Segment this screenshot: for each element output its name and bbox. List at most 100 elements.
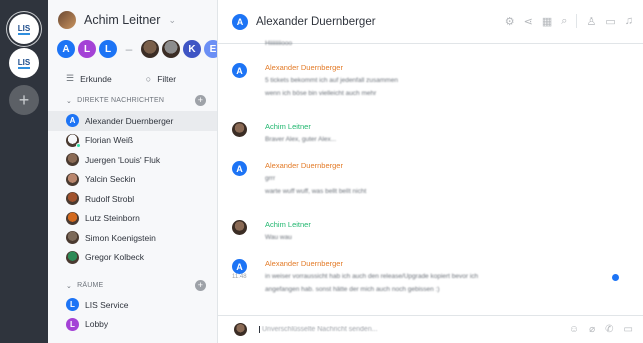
workspace-label: LIS (17, 57, 31, 69)
room-title: Alexander Duernberger (256, 15, 376, 28)
chat-main: A Alexander Duernberger ⚙ ⋖ ▦ ⌕ ♙ ▭ ♫ Hi… (218, 0, 643, 343)
file-icon[interactable]: ▭ (605, 15, 615, 28)
message-avatar[interactable]: A (232, 259, 247, 274)
dm-item[interactable]: Florian Weiß (48, 131, 217, 151)
message-time: 11:48 (232, 274, 247, 280)
avatar (66, 211, 79, 225)
message-list: Hiiiiiiiiooo A Alexander Duernberger 5 tick… (218, 30, 643, 315)
bell-icon[interactable]: ♫ (625, 15, 633, 27)
message-text: wenn ich böse bin vielleicht auch mehr (265, 90, 377, 97)
workspace-label: LIS (17, 23, 31, 35)
plus-icon: + (18, 90, 30, 110)
room-avatar: A (232, 13, 248, 30)
message-text: grrr (265, 175, 276, 182)
explore-button[interactable]: ☰ Erkunde (66, 73, 112, 84)
message-text: Wau wau (265, 234, 292, 241)
composer-avatar (234, 323, 247, 336)
message-author[interactable]: Achim Leitner (265, 220, 311, 229)
video-icon[interactable]: ▭ (624, 324, 633, 335)
dm-item[interactable]: Gregor Kolbeck (48, 248, 217, 268)
message-text: Braver Alex, guter Alex... (265, 136, 337, 143)
message-avatar[interactable]: A (232, 161, 247, 176)
message-text: Hiiiiiiiiooo (265, 40, 293, 47)
composer: ☺ ⌀ ✆ ▭ (218, 315, 643, 343)
rooms-section-header[interactable]: ⌄ RÄUME + (66, 280, 206, 291)
room-avatar: L (66, 298, 79, 312)
filter-label: Filter (157, 73, 177, 84)
user-name: Achim Leitner (84, 13, 161, 27)
avatar: A (66, 114, 79, 128)
chevron-down-icon: ⌄ (66, 282, 73, 290)
message-avatar[interactable] (232, 220, 247, 235)
explore-label: Erkunde (80, 73, 112, 84)
dm-name: Alexander Duernberger (85, 115, 174, 126)
dm-item[interactable]: Juergen 'Louis' Fluk (48, 150, 217, 170)
message-author[interactable]: Alexander Duernberger (265, 259, 343, 268)
message-author[interactable]: Alexander Duernberger (265, 161, 343, 170)
room-item[interactable]: L Lobby (48, 315, 217, 335)
recent-avatar[interactable] (162, 40, 180, 58)
workspace-lis-2[interactable]: LIS (9, 48, 39, 78)
avatar (66, 192, 79, 206)
recent-avatar[interactable] (141, 40, 159, 58)
status-indicator (76, 142, 81, 148)
dm-list: A Alexander Duernberger Florian Weiß Juerge… (48, 111, 217, 268)
room-item[interactable]: L LIS Service (48, 295, 217, 315)
search-icon[interactable]: ⌕ (561, 15, 567, 28)
recent-avatar[interactable]: K (183, 40, 201, 58)
message-text: angefangen hab. sonst hätte der mich auc… (265, 286, 440, 293)
sidebar: Achim Leitner ⌄ A L L – K E ☰ Erkunde ○ Filte… (48, 0, 218, 343)
separator-icon: – (125, 42, 133, 56)
chevron-down-icon: ⌄ (168, 14, 176, 25)
add-room-icon[interactable]: + (195, 280, 206, 291)
add-workspace-button[interactable]: + (9, 85, 39, 115)
message-text: in weiser vorraussicht hab ich auch den … (265, 273, 479, 280)
filter-button[interactable]: ○ Filter (146, 73, 176, 84)
dm-item[interactable]: Yalcin Seckin (48, 170, 217, 190)
avatar (66, 231, 79, 245)
recent-avatar[interactable]: E (204, 40, 217, 58)
unread-indicator (612, 274, 619, 281)
dm-item[interactable]: A Alexander Duernberger (48, 111, 217, 131)
attachment-icon[interactable]: ⌀ (589, 324, 595, 335)
recent-avatar[interactable]: A (57, 40, 75, 58)
message-avatar[interactable] (232, 122, 247, 137)
dm-item[interactable]: Rudolf Strobl (48, 189, 217, 209)
message-input[interactable] (259, 326, 549, 333)
recent-avatar[interactable]: L (99, 40, 117, 58)
divider (576, 14, 578, 28)
share-icon[interactable]: ⋖ (524, 15, 533, 28)
dm-name: Lutz Steinborn (85, 213, 140, 224)
dm-name: Simon Koenigstein (85, 232, 156, 243)
add-dm-icon[interactable]: + (195, 95, 206, 106)
room-name: Lobby (85, 319, 109, 330)
message-avatar[interactable]: A (232, 63, 247, 78)
dm-name: Gregor Kolbeck (85, 252, 145, 263)
sidebar-tools: ☰ Erkunde ○ Filter (66, 73, 176, 84)
settings-icon[interactable]: ⚙ (505, 15, 515, 28)
list-icon: ☰ (66, 73, 75, 83)
workspace-rail: LIS LIS + (0, 0, 48, 343)
room-name: LIS Service (85, 299, 129, 310)
user-icon[interactable]: ♙ (586, 15, 596, 28)
phone-icon[interactable]: ✆ (605, 324, 613, 335)
user-menu[interactable]: Achim Leitner ⌄ (58, 10, 176, 30)
message-text: 5 tickets bekommt ich auf jedenfall zusa… (265, 77, 398, 84)
chevron-down-icon: ⌄ (66, 97, 73, 105)
message-author[interactable]: Alexander Duernberger (265, 63, 343, 72)
dm-item[interactable]: Simon Koenigstein (48, 228, 217, 248)
header-toolbar: ⚙ ⋖ ▦ ⌕ ♙ ▭ ♫ (505, 14, 633, 28)
recent-avatar[interactable]: L (78, 40, 96, 58)
workspace-lis-1[interactable]: LIS (9, 14, 39, 44)
avatar (66, 172, 79, 186)
emoji-icon[interactable]: ☺ (569, 324, 579, 335)
avatar (66, 133, 81, 148)
message-text: warte wuff wuff, was bellt bellt nicht (265, 188, 367, 195)
message-author[interactable]: Achim Leitner (265, 122, 311, 131)
avatar (66, 153, 79, 167)
dm-item[interactable]: Lutz Steinborn (48, 209, 217, 229)
composer-tools: ☺ ⌀ ✆ ▭ (569, 324, 633, 335)
dm-name: Yalcin Seckin (85, 174, 136, 185)
grid-icon[interactable]: ▦ (542, 15, 552, 28)
dm-section-header[interactable]: ⌄ DIREKTE NACHRICHTEN + (66, 95, 206, 106)
